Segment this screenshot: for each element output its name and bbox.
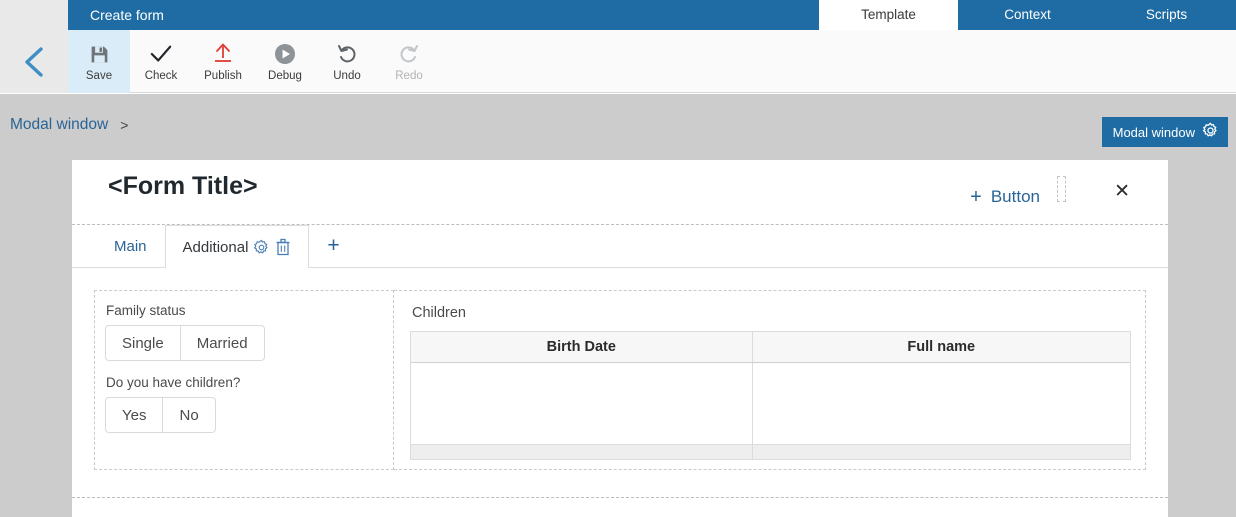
table-footer-cell-birth-date xyxy=(411,445,753,459)
table-footer-row xyxy=(411,445,1130,459)
children-table: Birth Date Full name xyxy=(410,331,1131,460)
family-status-label: Family status xyxy=(106,303,186,318)
toolbar-bar: Save Check Publish Debug Undo Redo xyxy=(0,30,1236,93)
modal-window-badge-label: Modal window xyxy=(1112,124,1195,140)
modal-window-badge[interactable]: Modal window xyxy=(1101,117,1228,147)
redo-button[interactable]: Redo xyxy=(378,30,440,93)
form-tab-main-label: Main xyxy=(114,238,147,255)
form-tab-additional[interactable]: Additional xyxy=(164,225,310,268)
save-label: Save xyxy=(85,70,113,82)
table-header-row: Birth Date Full name xyxy=(411,332,1130,363)
form-designer-screen: Create form Template Context Scripts Sav… xyxy=(0,0,1236,517)
add-button-link[interactable]: + Button xyxy=(970,187,1040,207)
have-children-segmented-control: Yes No xyxy=(105,397,216,433)
debug-label: Debug xyxy=(268,70,302,82)
children-table-title: Children xyxy=(412,305,466,321)
close-icon[interactable]: ✕ xyxy=(1114,182,1130,201)
redo-label: Redo xyxy=(395,70,423,82)
designer-canvas: Modal window > Modal window <Form Title>… xyxy=(0,94,1236,517)
tab-scripts[interactable]: Scripts xyxy=(1097,0,1236,30)
form-group-left: Family status Single Married Do you have… xyxy=(94,290,394,470)
breadcrumb-separator-icon: > xyxy=(120,117,129,133)
have-children-label: Do you have children? xyxy=(106,375,241,390)
table-cell-birth-date[interactable] xyxy=(411,363,753,444)
back-button[interactable] xyxy=(0,30,68,93)
trash-icon[interactable] xyxy=(275,238,291,256)
form-panel: <Form Title> + Button ✕ Main Additional xyxy=(72,160,1168,517)
plus-icon: + xyxy=(970,186,982,208)
form-tab-additional-label: Additional xyxy=(182,238,249,256)
add-button-label: Button xyxy=(990,187,1040,206)
form-panel-footer xyxy=(72,497,1168,517)
debug-button[interactable]: Debug xyxy=(254,30,316,93)
have-children-option-yes[interactable]: Yes xyxy=(105,397,163,433)
add-tab-button[interactable]: + xyxy=(309,225,357,267)
check-button[interactable]: Check xyxy=(130,30,192,93)
top-tabs: Template Context Scripts xyxy=(819,0,1236,30)
breadcrumb: Modal window > xyxy=(10,116,128,134)
gear-icon[interactable] xyxy=(253,239,270,256)
chevron-left-icon xyxy=(25,46,43,77)
undo-label: Undo xyxy=(333,70,361,82)
form-panel-body: Family status Single Married Do you have… xyxy=(72,268,1168,516)
table-row[interactable] xyxy=(411,363,1130,445)
tab-context[interactable]: Context xyxy=(958,0,1097,30)
publish-label: Publish xyxy=(204,70,242,82)
tab-template[interactable]: Template xyxy=(819,0,958,30)
column-header-birth-date[interactable]: Birth Date xyxy=(411,332,753,362)
breadcrumb-item-modal-window[interactable]: Modal window xyxy=(10,116,108,134)
publish-button[interactable]: Publish xyxy=(192,30,254,93)
drop-placeholder[interactable] xyxy=(1057,176,1066,202)
undo-button[interactable]: Undo xyxy=(316,30,378,93)
have-children-option-no[interactable]: No xyxy=(162,397,216,433)
table-footer-cell-full-name xyxy=(753,445,1130,459)
play-circle-icon xyxy=(274,41,296,67)
undo-arrow-icon xyxy=(336,41,358,67)
form-tab-strip: Main Additional + xyxy=(72,225,1168,268)
form-tab-main[interactable]: Main xyxy=(96,225,165,267)
checkmark-icon xyxy=(150,41,172,67)
page-title: <Form Title> xyxy=(108,172,258,200)
floppy-disk-icon xyxy=(89,41,110,67)
check-label: Check xyxy=(144,70,178,82)
toolbar-buttons: Save Check Publish Debug Undo Redo xyxy=(68,30,440,93)
gear-icon[interactable] xyxy=(1202,122,1219,142)
family-status-option-single[interactable]: Single xyxy=(105,325,180,361)
family-status-option-married[interactable]: Married xyxy=(179,325,265,361)
top-header-bar: Create form Template Context Scripts xyxy=(0,0,1236,30)
form-panel-header: <Form Title> + Button ✕ xyxy=(72,160,1168,225)
redo-arrow-icon xyxy=(398,41,420,67)
column-header-full-name[interactable]: Full name xyxy=(753,332,1130,362)
app-title: Create form xyxy=(90,7,164,23)
upload-arrow-icon xyxy=(213,41,233,67)
family-status-segmented-control: Single Married xyxy=(105,325,265,361)
form-group-right: Children Birth Date Full name xyxy=(394,290,1146,470)
table-cell-full-name[interactable] xyxy=(753,363,1130,444)
save-button[interactable]: Save xyxy=(68,30,130,93)
